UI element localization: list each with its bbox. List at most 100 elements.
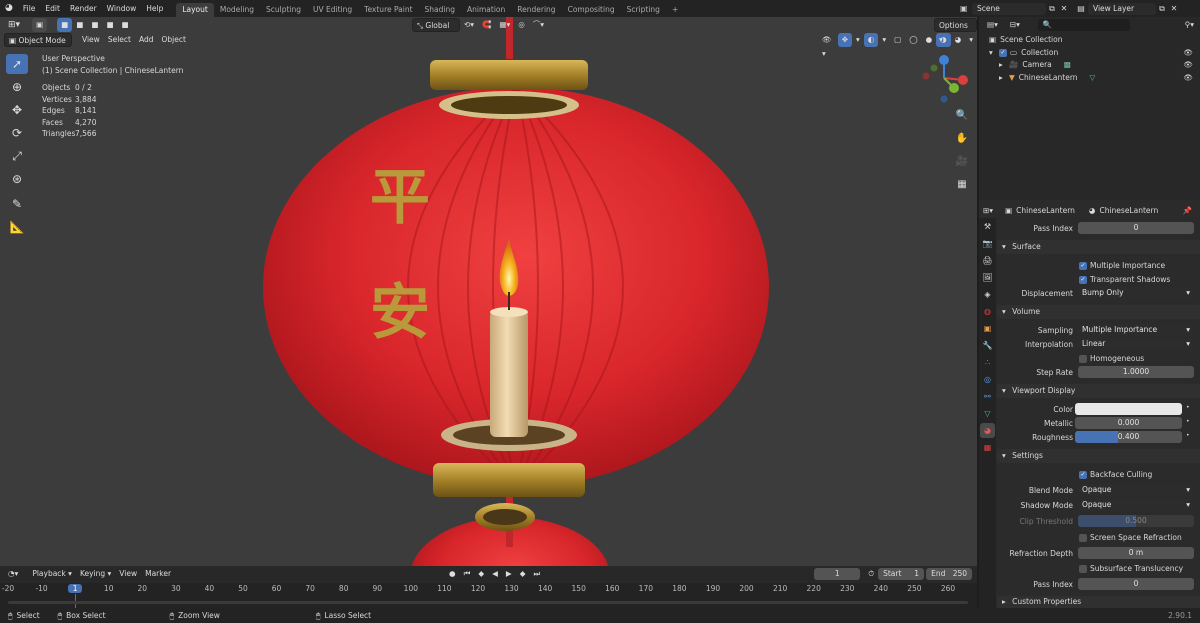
interpolation-dropdown[interactable]: Linear ▾ [1078, 338, 1194, 350]
keying-menu[interactable]: Keying ▾ [76, 567, 115, 581]
multiple-importance-checkbox[interactable]: ✓ Multiple Importance [1079, 261, 1165, 270]
next-keyframe-icon[interactable]: ◆ [516, 567, 530, 581]
output-tab-icon[interactable]: 🖨 [980, 253, 995, 268]
timeline-ruler[interactable]: -20 -10 1 10 20 30 40 50 60 70 80 90 100 110 120 130 140… [0, 583, 977, 608]
snap-target-icon[interactable]: ▦▾ [495, 18, 514, 32]
prev-keyframe-icon[interactable]: ◆ [474, 567, 488, 581]
shading-dropdown-icon[interactable]: ▾ [965, 33, 977, 47]
shadow-mode-dropdown[interactable]: Opaque ▾ [1078, 499, 1194, 511]
navigation-gizmo[interactable] [918, 52, 970, 104]
select-new-icon[interactable]: ■ [57, 18, 73, 32]
particles-tab-icon[interactable]: ∴ [980, 355, 995, 370]
expand-arrow-icon[interactable]: ▸ [999, 72, 1009, 85]
options-dropdown[interactable]: Options ▾ [934, 18, 977, 44]
select-invert-icon[interactable]: ■ [102, 18, 117, 32]
physics-tab-icon[interactable]: ◎ [980, 372, 995, 387]
shading-rendered-icon[interactable]: ◕ [951, 33, 966, 47]
transform-orientation-dropdown[interactable]: ⤡ Global [412, 18, 460, 32]
jump-start-icon[interactable]: ⏮ [460, 567, 475, 581]
object-tab-icon[interactable]: ▣ [980, 321, 995, 336]
properties-editor-icon[interactable]: ⊞▾ [979, 204, 997, 218]
panel-custom-properties[interactable]: ▸ Custom Properties [997, 596, 1200, 608]
backface-culling-checkbox[interactable]: ✓ Backface Culling [1079, 470, 1152, 479]
world-tab-icon[interactable]: ◍ [980, 304, 995, 319]
close-scene-icon[interactable]: ✕ [1058, 4, 1070, 13]
constraints-tab-icon[interactable]: ⚯ [980, 389, 995, 404]
start-frame-field[interactable]: Start 1 [878, 568, 925, 580]
menu-add[interactable]: Add [135, 33, 158, 47]
shading-wireframe-icon[interactable]: ◯ [905, 33, 921, 47]
panel-viewport-display[interactable]: ▾ Viewport Display [997, 384, 1200, 398]
shading-solid-icon[interactable]: ● [922, 33, 937, 47]
menu-edit[interactable]: Edit [40, 0, 65, 17]
pass-index-field-top[interactable]: 0 [1078, 222, 1194, 234]
expand-arrow-icon[interactable]: ▸ [999, 59, 1009, 72]
pass-index-field[interactable]: 0 [1078, 578, 1194, 590]
roughness-slider[interactable]: 0.400 [1075, 431, 1182, 443]
overlay-dropdown-icon[interactable]: ▾ [878, 33, 890, 47]
refraction-depth-field[interactable]: 0 m [1078, 547, 1194, 559]
render-tab-icon[interactable]: 📷 [980, 236, 995, 251]
play-reverse-icon[interactable]: ◀ [488, 567, 502, 581]
menu-help[interactable]: Help [141, 0, 168, 17]
playback-menu[interactable]: Playback ▾ [28, 567, 76, 581]
timeline-view-menu[interactable]: View [115, 567, 141, 581]
material-tab-icon[interactable]: ◕ [980, 423, 995, 438]
menu-window[interactable]: Window [102, 0, 142, 17]
visibility-eye-icon[interactable]: 👁 [1183, 72, 1193, 85]
xray-icon[interactable]: ▢ [890, 33, 905, 47]
outliner-row-scene-collection[interactable]: ▣ Scene Collection [985, 34, 1197, 47]
add-workspace-button[interactable]: + [666, 3, 684, 17]
select-mode-icon[interactable]: ▣ [32, 18, 48, 32]
keyframe-dot-icon[interactable]: • [1186, 404, 1190, 411]
marker-menu[interactable]: Marker [141, 567, 175, 581]
data-tab-icon[interactable]: ▽ [980, 406, 995, 421]
tab-sculpting[interactable]: Sculpting [260, 3, 307, 17]
panel-volume[interactable]: ▾ Volume [997, 305, 1200, 319]
select-tool-icon[interactable]: ➚ [6, 54, 28, 74]
tab-shading[interactable]: Shading [419, 3, 461, 17]
select-subtract-icon[interactable]: ■ [87, 18, 102, 32]
current-frame-field[interactable]: 1 [814, 568, 861, 580]
tab-animation[interactable]: Animation [461, 3, 511, 17]
menu-render[interactable]: Render [65, 0, 102, 17]
move-tool-icon[interactable]: ✥ [6, 100, 28, 120]
jump-end-icon[interactable]: ⏭ [529, 567, 544, 581]
outliner-row-collection[interactable]: ▾ ✓ ▭ Collection 👁 [985, 47, 1197, 60]
displacement-dropdown[interactable]: Bump Only ▾ [1078, 287, 1194, 299]
editor-type-icon[interactable]: ⊞▾ [4, 18, 24, 32]
collection-checkbox[interactable]: ✓ [999, 48, 1007, 57]
tab-texture-paint[interactable]: Texture Paint [358, 3, 418, 17]
scene-name-field[interactable]: Scene [972, 2, 1046, 15]
gizmo-toggle-icon[interactable]: ✥ [837, 33, 853, 47]
transform-tool-icon[interactable]: ⊛ [6, 169, 28, 189]
close-view-layer-icon[interactable]: ✕ [1168, 4, 1180, 13]
display-mode-icon[interactable]: ⊟▾ [1006, 18, 1024, 32]
select-intersect-icon[interactable]: ■ [118, 18, 133, 32]
menu-select[interactable]: Select [104, 33, 135, 47]
scene-icon[interactable]: ▣ [960, 4, 972, 13]
blend-mode-dropdown[interactable]: Opaque ▾ [1078, 484, 1194, 496]
keyframe-dot-icon[interactable]: • [1186, 418, 1190, 425]
tool-tab-icon[interactable]: ⚒ [980, 219, 995, 234]
texture-tab-icon[interactable]: ▦ [980, 440, 995, 455]
snap-icon[interactable]: 🧲 [478, 18, 495, 32]
outliner-search-input[interactable]: 🔍 [1037, 19, 1130, 31]
cursor-tool-icon[interactable]: ⊕ [6, 77, 28, 97]
subsurface-translucency-checkbox[interactable]: Subsurface Translucency [1079, 564, 1183, 573]
timeline-editor-icon[interactable]: ◔▾ [4, 567, 22, 581]
overlay-toggle-icon[interactable]: ◐ [863, 33, 879, 47]
sampling-dropdown[interactable]: Multiple Importance ▾ [1078, 324, 1194, 336]
falloff-icon[interactable]: ⌒▾ [529, 18, 548, 32]
tab-scripting[interactable]: Scripting [621, 3, 666, 17]
view-layer-tab-icon[interactable]: 🖼 [980, 270, 995, 285]
pivot-point-icon[interactable]: ⟲▾ [460, 18, 478, 32]
visibility-eye-icon[interactable]: 👁 [1183, 47, 1193, 60]
outliner-editor-icon[interactable]: ▤▾ [983, 18, 1002, 32]
modifier-tab-icon[interactable]: 🔧 [980, 338, 995, 353]
copy-scene-icon[interactable]: ⧉ [1046, 4, 1058, 14]
end-frame-field[interactable]: End 250 [926, 568, 973, 580]
tab-layout[interactable]: Layout [176, 2, 214, 17]
tab-compositing[interactable]: Compositing [562, 3, 621, 17]
tab-modeling[interactable]: Modeling [214, 3, 260, 17]
